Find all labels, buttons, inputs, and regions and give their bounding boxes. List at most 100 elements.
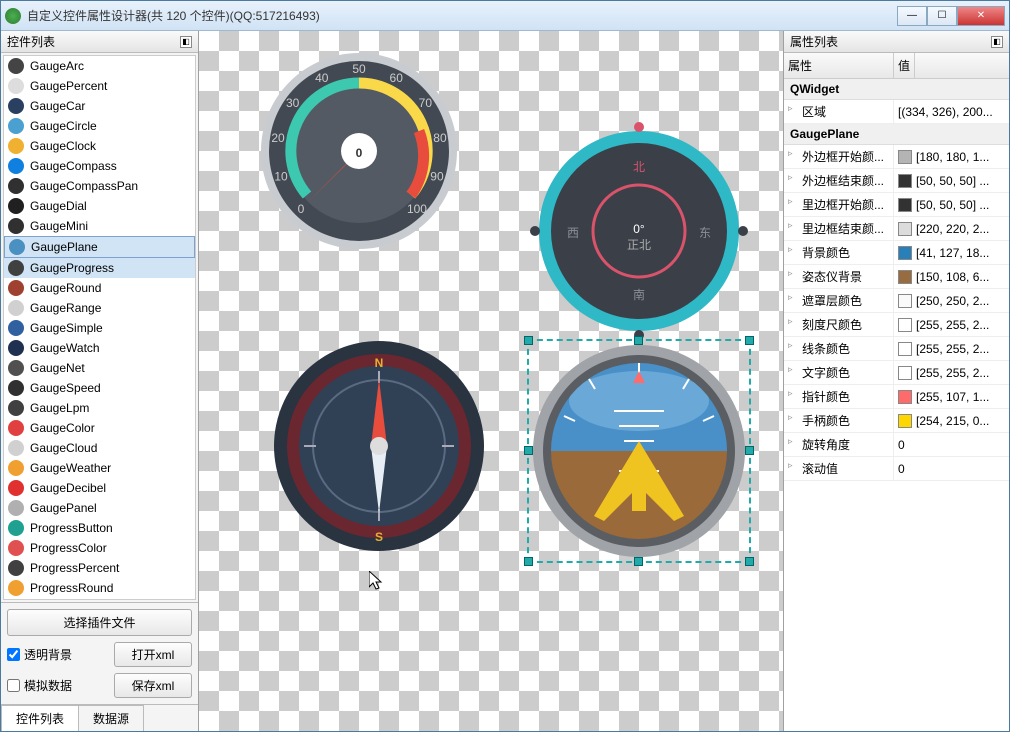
gauge-compass[interactable]: N S <box>269 331 489 571</box>
property-row[interactable]: 滚动值0 <box>784 457 1009 481</box>
widget-icon <box>8 118 24 134</box>
widget-label: GaugeWeather <box>30 461 111 475</box>
widget-item-gaugecompass[interactable]: GaugeCompass <box>4 156 195 176</box>
property-table[interactable]: 属性 值 QWidget 区域[(334, 326), 200... Gauge… <box>784 53 1009 731</box>
widget-icon <box>8 78 24 94</box>
widget-label: GaugeClock <box>30 139 96 153</box>
svg-text:50: 50 <box>352 62 366 76</box>
svg-text:0: 0 <box>298 202 305 216</box>
property-row[interactable]: 里边框开始颜...[50, 50, 50] ... <box>784 193 1009 217</box>
widget-label: GaugeCompass <box>30 159 117 173</box>
widget-label: GaugeLpm <box>30 401 89 415</box>
svg-text:0: 0 <box>356 146 363 160</box>
widget-label: GaugeDecibel <box>30 481 106 495</box>
widget-item-progresswait[interactable]: ProgressWait <box>4 598 195 600</box>
widget-item-progresscolor[interactable]: ProgressColor <box>4 538 195 558</box>
property-row[interactable]: 里边框结束颜...[220, 220, 2... <box>784 217 1009 241</box>
property-row[interactable]: 遮罩层颜色[250, 250, 2... <box>784 289 1009 313</box>
widget-panel: 控件列表 ◧ GaugeArcGaugePercentGaugeCarGauge… <box>1 31 199 731</box>
svg-text:70: 70 <box>419 96 433 110</box>
widget-item-gaugecircle[interactable]: GaugeCircle <box>4 116 195 136</box>
widget-item-gaugesimple[interactable]: GaugeSimple <box>4 318 195 338</box>
maximize-button[interactable]: ☐ <box>927 6 957 26</box>
widget-label: GaugeArc <box>30 59 84 73</box>
widget-icon <box>8 540 24 556</box>
property-row[interactable]: 手柄颜色[254, 215, 0... <box>784 409 1009 433</box>
property-row[interactable]: 外边框开始颜...[180, 180, 1... <box>784 145 1009 169</box>
widget-item-gaugeprogress[interactable]: GaugeProgress <box>4 258 195 278</box>
widget-item-gaugearc[interactable]: GaugeArc <box>4 56 195 76</box>
widget-item-gaugedecibel[interactable]: GaugeDecibel <box>4 478 195 498</box>
widget-label: GaugeNet <box>30 361 85 375</box>
widget-item-gaugemini[interactable]: GaugeMini <box>4 216 195 236</box>
svg-text:40: 40 <box>315 71 329 85</box>
widget-item-progresspercent[interactable]: ProgressPercent <box>4 558 195 578</box>
widget-item-gaugedial[interactable]: GaugeDial <box>4 196 195 216</box>
property-panel: 属性列表 ◧ 属性 值 QWidget 区域[(334, 326), 200..… <box>783 31 1009 731</box>
property-row[interactable]: 旋转角度0 <box>784 433 1009 457</box>
property-row[interactable]: 指针颜色[255, 107, 1... <box>784 385 1009 409</box>
save-xml-button[interactable]: 保存xml <box>114 673 192 698</box>
col-value: 值 <box>894 53 915 78</box>
svg-text:90: 90 <box>430 169 444 183</box>
widget-icon <box>8 500 24 516</box>
svg-text:S: S <box>375 530 383 544</box>
widget-list[interactable]: GaugeArc GaugePercent GaugeCar GaugeCircle G… <box>3 55 196 600</box>
widget-item-gaugepercent[interactable]: GaugePercent <box>4 76 195 96</box>
widget-item-gaugespeed[interactable]: GaugeSpeed <box>4 378 195 398</box>
tab-data-source[interactable]: 数据源 <box>78 705 144 731</box>
widget-label: ProgressPercent <box>30 561 119 575</box>
widget-label: GaugeSpeed <box>30 381 101 395</box>
gauge-compass-pan[interactable]: 北 南 西 东 0° 正北 <box>529 121 749 341</box>
design-canvas[interactable]: 0102030405060708090100 0 北 南 西 东 0° 正北 <box>199 31 783 731</box>
widget-item-gaugecolor[interactable]: GaugeColor <box>4 418 195 438</box>
widget-item-gaugerange[interactable]: GaugeRange <box>4 298 195 318</box>
widget-label: GaugeCar <box>30 99 85 113</box>
widget-item-gaugeclock[interactable]: GaugeClock <box>4 136 195 156</box>
minimize-button[interactable]: — <box>897 6 927 26</box>
property-row[interactable]: 线条颜色[255, 255, 2... <box>784 337 1009 361</box>
property-row[interactable]: 刻度尺颜色[255, 255, 2... <box>784 313 1009 337</box>
svg-text:N: N <box>375 356 384 370</box>
svg-text:60: 60 <box>390 71 404 85</box>
svg-text:东: 东 <box>699 226 711 240</box>
transparent-bg-checkbox[interactable]: 透明背景 <box>7 646 106 663</box>
widget-label: GaugePercent <box>30 79 107 93</box>
svg-text:10: 10 <box>274 169 288 183</box>
widget-icon <box>8 360 24 376</box>
mock-data-checkbox[interactable]: 模拟数据 <box>7 677 106 694</box>
svg-text:西: 西 <box>567 226 579 240</box>
widget-item-gaugecompasspan[interactable]: GaugeCompassPan <box>4 176 195 196</box>
widget-icon <box>8 340 24 356</box>
select-plugin-button[interactable]: 选择插件文件 <box>7 609 192 636</box>
close-button[interactable]: ✕ <box>957 6 1005 26</box>
widget-item-gaugeweather[interactable]: GaugeWeather <box>4 458 195 478</box>
widget-label: GaugeProgress <box>30 261 114 275</box>
widget-item-gaugecar[interactable]: GaugeCar <box>4 96 195 116</box>
svg-text:30: 30 <box>286 96 300 110</box>
undock-icon[interactable]: ◧ <box>991 36 1003 48</box>
property-row[interactable]: 文字颜色[255, 255, 2... <box>784 361 1009 385</box>
property-row[interactable]: 区域[(334, 326), 200... <box>784 100 1009 124</box>
widget-item-gaugeplane[interactable]: GaugePlane <box>4 236 195 258</box>
widget-item-gaugecloud[interactable]: GaugeCloud <box>4 438 195 458</box>
widget-item-gaugelpm[interactable]: GaugeLpm <box>4 398 195 418</box>
widget-item-gaugenet[interactable]: GaugeNet <box>4 358 195 378</box>
undock-icon[interactable]: ◧ <box>180 36 192 48</box>
gauge-dial[interactable]: 0102030405060708090100 0 <box>259 51 459 251</box>
selection-box[interactable] <box>527 339 751 563</box>
widget-panel-title: 控件列表 <box>7 33 55 50</box>
widget-label: GaugeColor <box>30 421 95 435</box>
open-xml-button[interactable]: 打开xml <box>114 642 192 667</box>
widget-item-gaugeround[interactable]: GaugeRound <box>4 278 195 298</box>
widget-item-progressbutton[interactable]: ProgressButton <box>4 518 195 538</box>
widget-item-progressround[interactable]: ProgressRound <box>4 578 195 598</box>
widget-label: ProgressButton <box>30 521 113 535</box>
widget-item-gaugepanel[interactable]: GaugePanel <box>4 498 195 518</box>
widget-icon <box>8 198 24 214</box>
property-row[interactable]: 背景颜色[41, 127, 18... <box>784 241 1009 265</box>
property-row[interactable]: 外边框结束颜...[50, 50, 50] ... <box>784 169 1009 193</box>
property-row[interactable]: 姿态仪背景[150, 108, 6... <box>784 265 1009 289</box>
tab-widget-list[interactable]: 控件列表 <box>1 705 79 731</box>
widget-item-gaugewatch[interactable]: GaugeWatch <box>4 338 195 358</box>
